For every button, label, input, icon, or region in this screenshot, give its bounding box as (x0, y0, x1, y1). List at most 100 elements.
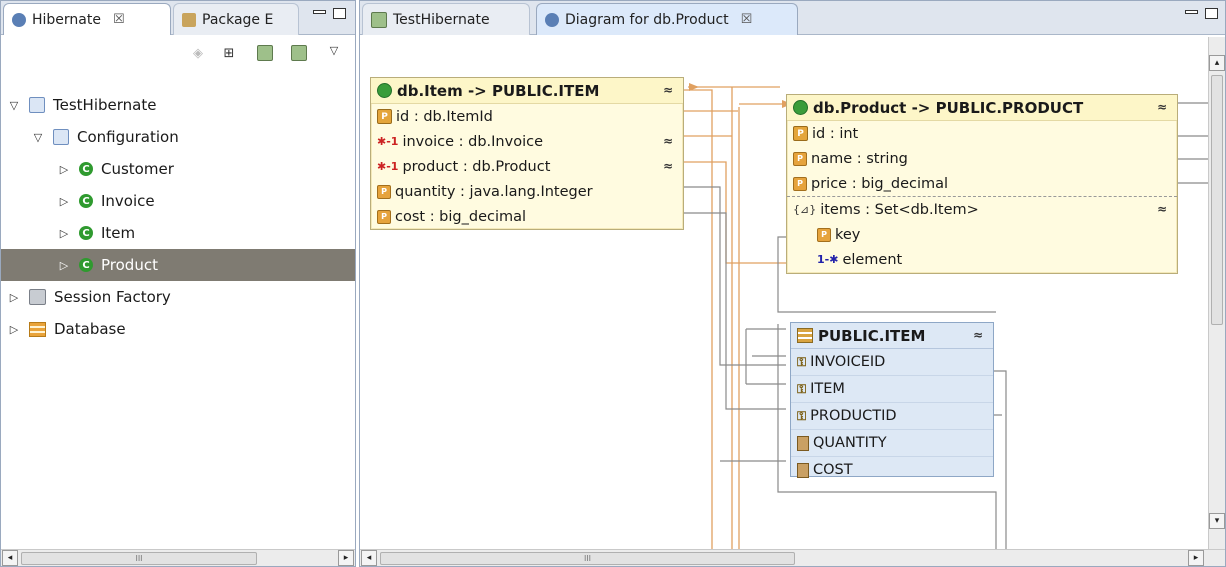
tree-item-session-factory[interactable]: ▷ Session Factory (1, 281, 355, 313)
entity-property: ✱-1 invoice : db.Invoice ≈ (371, 129, 683, 154)
hql-editor-icon[interactable] (256, 44, 274, 62)
tree-item-database[interactable]: ▷ Database (1, 313, 355, 345)
scroll-thumb[interactable]: III (380, 552, 795, 565)
entity-property: P cost : big_decimal (371, 204, 683, 229)
tree-label: Configuration (77, 128, 179, 146)
tree-item-configuration[interactable]: ▽ Configuration (1, 121, 355, 153)
class-icon: C (79, 194, 93, 208)
property-label: invoice : db.Invoice (402, 133, 543, 150)
maximize-icon[interactable] (1205, 8, 1218, 19)
class-icon: C (79, 226, 93, 240)
collapsed-icon[interactable]: ▷ (7, 323, 21, 336)
criteria-editor-icon[interactable] (290, 44, 308, 62)
expanded-icon[interactable]: ▽ (7, 99, 21, 112)
refresh-icon[interactable]: ◈ (189, 44, 207, 62)
scroll-up-icon[interactable]: ▴ (1209, 55, 1225, 71)
collapsed-icon[interactable]: ▷ (57, 259, 71, 272)
tab-package-label: Package E (202, 11, 274, 28)
collapsed-icon[interactable]: ▷ (57, 163, 71, 176)
tree-item-project[interactable]: ▽ TestHibernate (1, 89, 355, 121)
expanded-icon[interactable]: ▽ (31, 131, 45, 144)
primary-key-icon: P (793, 126, 808, 141)
expand-icon[interactable]: ≈ (663, 159, 673, 173)
configuration-tree: ▽ TestHibernate ▽ Configuration ▷ C Cust… (1, 89, 355, 345)
minimize-icon[interactable] (1185, 10, 1198, 14)
scroll-right-icon[interactable]: ▸ (1188, 550, 1204, 566)
column-label: COST (813, 462, 853, 478)
entity-property: P price : big_decimal (787, 171, 1177, 196)
scroll-left-icon[interactable]: ◂ (2, 550, 18, 566)
expand-icon[interactable]: ≈ (663, 134, 673, 148)
scroll-left-icon[interactable]: ◂ (361, 550, 377, 566)
table-column: QUANTITY (791, 430, 993, 457)
diagram-vertical-scrollbar[interactable]: ▴ ▾ (1208, 37, 1225, 549)
tree-label: TestHibernate (53, 96, 157, 114)
entity-title: db.Product -> PUBLIC.PRODUCT (813, 98, 1084, 117)
database-icon (29, 321, 46, 337)
collection-icon: {⊿} (793, 203, 817, 216)
config-icon (29, 97, 45, 113)
table-public-item[interactable]: PUBLIC.ITEM ≈ ⚿ INVOICEID ⚿ ITEM ⚿ PRODU… (790, 322, 994, 478)
view-menu-icon[interactable]: ▽ (325, 41, 343, 59)
tab-package-explorer[interactable]: Package E (173, 3, 299, 35)
collapse-icon[interactable]: ≈ (1157, 100, 1167, 114)
key-column-icon: ⚿ (797, 408, 807, 423)
tree-item-invoice[interactable]: ▷ C Invoice (1, 185, 355, 217)
collapsed-icon[interactable]: ▷ (7, 291, 21, 304)
tab-diagram-product[interactable]: Diagram for db.Product ☒ (536, 3, 798, 35)
tree-item-product[interactable]: ▷ C Product (1, 249, 355, 281)
tab-diagram-label: Diagram for db.Product (565, 11, 729, 28)
diagram-canvas[interactable]: db.Item -> PUBLIC.ITEM ≈ P id : db.ItemI… (360, 37, 1208, 549)
close-icon[interactable]: ☒ (741, 12, 753, 27)
collection-key: P key (787, 222, 1177, 247)
collapse-all-icon[interactable]: ⊞ (220, 44, 238, 62)
class-icon: C (79, 258, 93, 272)
column-label: QUANTITY (813, 435, 887, 451)
many-to-one-icon: ✱-1 (377, 160, 399, 173)
entity-icon (793, 100, 808, 115)
scroll-right-icon[interactable]: ▸ (338, 550, 354, 566)
left-horizontal-scrollbar[interactable]: ◂ III ▸ (1, 549, 355, 566)
close-icon[interactable]: ☒ (113, 12, 125, 27)
config-icon (53, 129, 69, 145)
hibernate-icon (12, 12, 26, 27)
key-column-icon: ⚿ (797, 381, 807, 396)
entity-property: P name : string (787, 146, 1177, 171)
many-to-one-icon: ✱-1 (377, 135, 399, 148)
collapse-icon[interactable]: ≈ (1157, 202, 1167, 216)
property-label: id : db.ItemId (396, 108, 493, 125)
property-label: product : db.Product (402, 158, 551, 175)
scroll-thumb[interactable] (1211, 75, 1223, 325)
scroll-thumb[interactable]: III (21, 552, 257, 565)
entity-collection: {⊿} items : Set<db.Item> ≈ (787, 196, 1177, 222)
class-icon: C (79, 162, 93, 176)
tree-item-customer[interactable]: ▷ C Customer (1, 153, 355, 185)
tab-testhibernate[interactable]: TestHibernate (362, 3, 530, 35)
tab-hibernate[interactable]: Hibernate ☒ (3, 3, 171, 35)
property-icon: P (377, 209, 391, 224)
collapsed-icon[interactable]: ▷ (57, 227, 71, 240)
scroll-down-icon[interactable]: ▾ (1209, 513, 1225, 529)
editor-tab-bar: TestHibernate Diagram for db.Product ☒ (360, 1, 1225, 35)
hibernate-config-icon (371, 11, 387, 28)
session-factory-icon (29, 289, 46, 305)
tree-item-item[interactable]: ▷ C Item (1, 217, 355, 249)
entity-item[interactable]: db.Item -> PUBLIC.ITEM ≈ P id : db.ItemI… (370, 77, 684, 230)
entity-property: P quantity : java.lang.Integer (371, 179, 683, 204)
minimize-icon[interactable] (313, 10, 326, 14)
entity-product[interactable]: db.Product -> PUBLIC.PRODUCT ≈ P id : in… (786, 94, 1178, 274)
one-to-many-icon: 1-✱ (817, 253, 839, 266)
tab-testhibernate-label: TestHibernate (393, 11, 490, 28)
key-column-icon: ⚿ (797, 354, 807, 369)
collapsed-icon[interactable]: ▷ (57, 195, 71, 208)
property-icon: P (793, 151, 807, 166)
entity-icon (377, 83, 392, 98)
collapse-icon[interactable]: ≈ (663, 83, 673, 97)
property-icon: P (377, 184, 391, 199)
diagram-icon (545, 12, 559, 27)
tree-label: Invoice (101, 192, 155, 210)
diagram-horizontal-scrollbar[interactable]: ◂ III ▸ (360, 549, 1225, 566)
maximize-icon[interactable] (333, 8, 346, 19)
collapse-icon[interactable]: ≈ (973, 328, 983, 342)
table-column: ⚿ PRODUCTID (791, 403, 993, 430)
